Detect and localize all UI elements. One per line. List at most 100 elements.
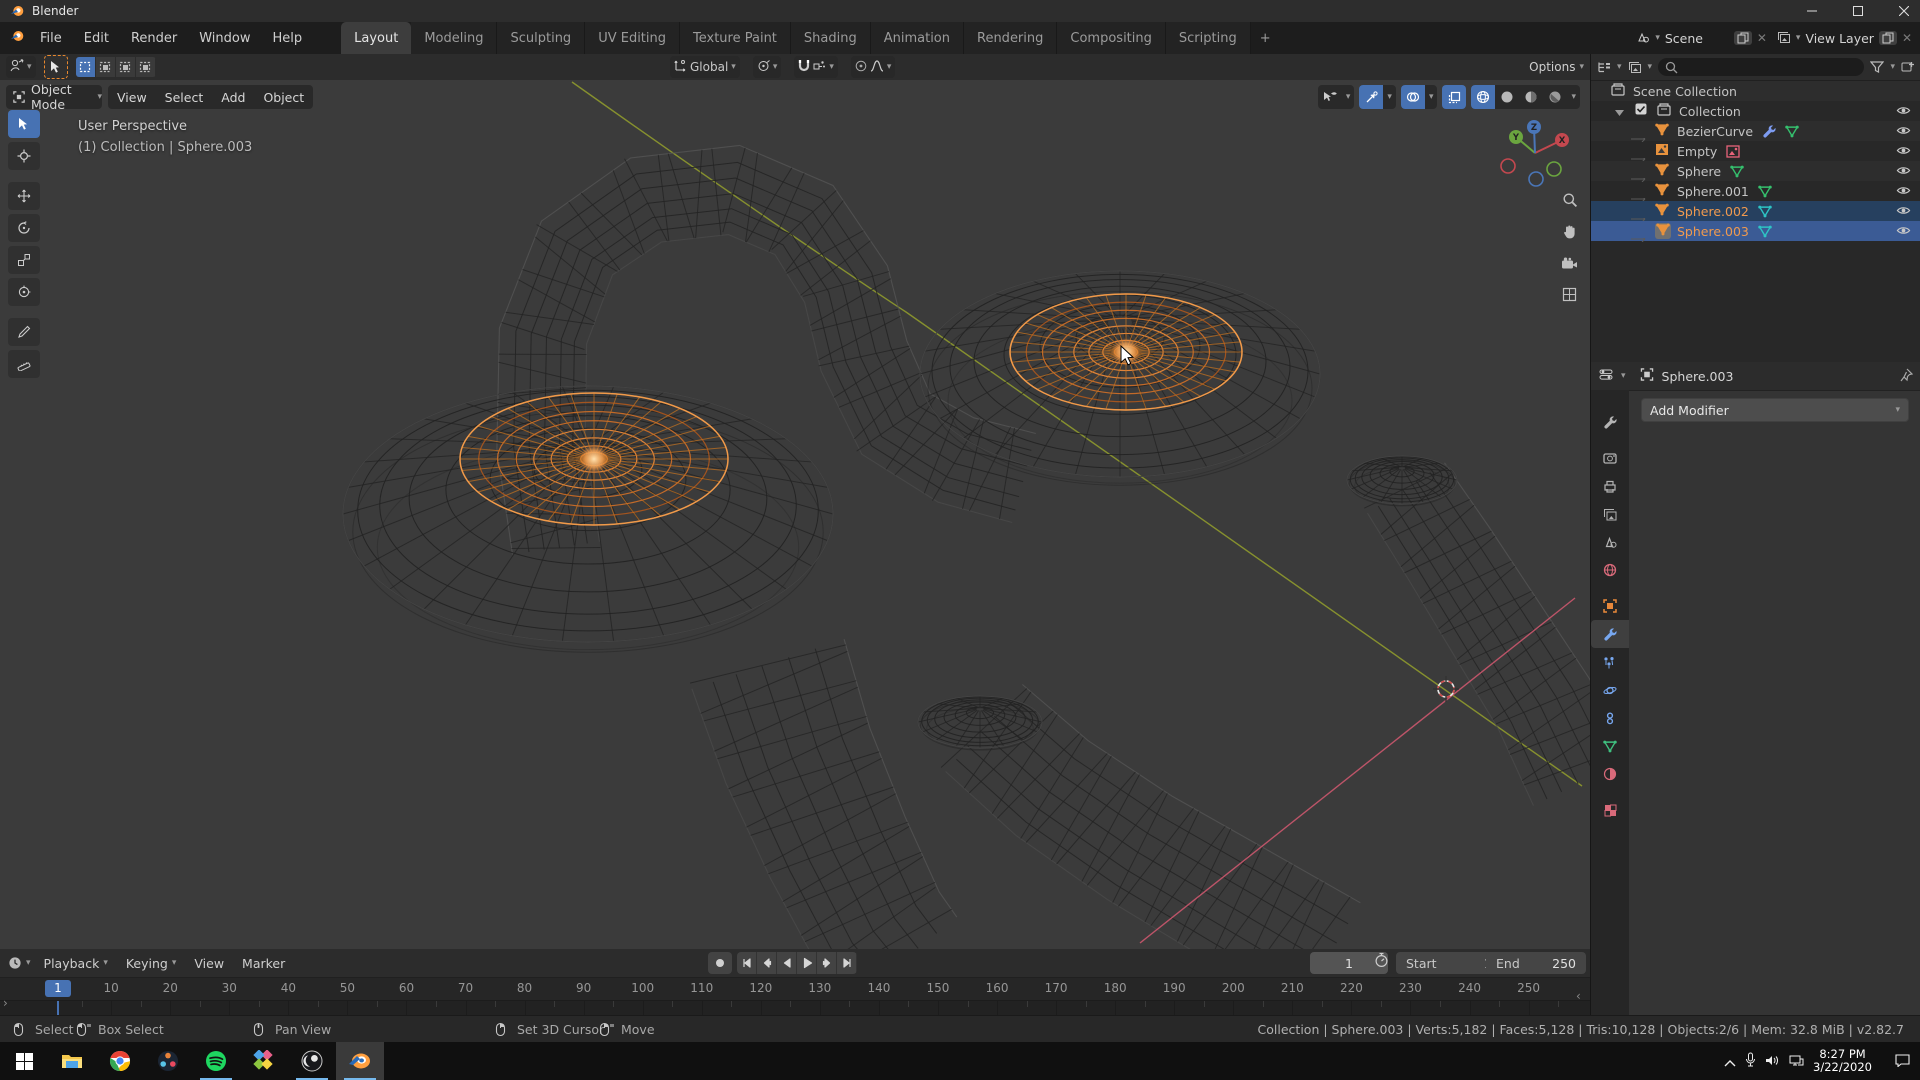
select-mode-circle[interactable] (116, 57, 136, 77)
xray-toggle-icon[interactable] (1442, 85, 1466, 109)
outliner-row-scene-collection[interactable]: Scene Collection (1591, 81, 1920, 101)
dropdown-caret[interactable]: ▾ (1567, 92, 1580, 102)
outliner-row-empty[interactable]: Empty (1591, 141, 1920, 161)
taskbar-davinci-resolve[interactable] (144, 1042, 192, 1080)
tool-annotate[interactable] (8, 318, 40, 346)
timeline-collapse-icon[interactable]: ‹ (1576, 989, 1581, 1003)
editor-type-selector[interactable]: ▾ (6, 56, 36, 78)
auto-key-button[interactable] (708, 952, 732, 974)
outliner-label[interactable]: Sphere (1677, 164, 1721, 179)
workspace-tab-layout[interactable]: Layout (341, 22, 411, 54)
pan-view-hand-icon[interactable] (1562, 224, 1578, 244)
timeline-menu-marker[interactable]: Marker (233, 956, 294, 971)
tool-select-box[interactable] (8, 110, 40, 138)
tray-chevron-icon[interactable] (1724, 1052, 1736, 1071)
transform-orientation-dropdown[interactable]: Global ▾ (670, 56, 740, 78)
add-modifier-dropdown[interactable]: Add Modifier▾ (1641, 398, 1909, 422)
properties-tab-world[interactable] (1591, 556, 1629, 584)
navigation-gizmo[interactable]: XYZ (1497, 113, 1575, 191)
outliner-label[interactable]: Sphere.002 (1677, 204, 1749, 219)
eye-icon[interactable] (1896, 203, 1911, 221)
properties-tab-constraints[interactable] (1591, 704, 1629, 732)
tool-rotate[interactable] (8, 214, 40, 242)
properties-tab-output[interactable] (1591, 472, 1629, 500)
overlays-toggle-icon[interactable] (1401, 85, 1425, 109)
outliner-row-beziercurve[interactable]: BezierCurve (1591, 121, 1920, 141)
menu-edit[interactable]: Edit (73, 22, 120, 54)
zoom-view-icon[interactable] (1562, 192, 1578, 212)
outliner-row-sphere[interactable]: Sphere (1591, 161, 1920, 181)
properties-tab-data[interactable] (1591, 732, 1629, 760)
tool-transform[interactable] (8, 278, 40, 306)
mesh-data-icon[interactable] (1758, 185, 1772, 198)
properties-tab-scene[interactable] (1591, 528, 1629, 556)
menu-window[interactable]: Window (188, 22, 261, 54)
timeline-menu-view[interactable]: View (185, 956, 233, 971)
gizmos-toggle-icon[interactable] (1359, 85, 1383, 109)
properties-tab-view-layer[interactable] (1591, 500, 1629, 528)
minimize-button[interactable] (1789, 0, 1835, 22)
playhead[interactable] (57, 1001, 59, 1016)
timeline-strip[interactable] (0, 1000, 1590, 1016)
timeline-ruler[interactable]: 1 10203040506070809010011012013014015016… (0, 978, 1590, 1000)
taskbar-blender[interactable] (336, 1042, 384, 1080)
mode-selector[interactable]: Object Mode ▾ (6, 85, 102, 109)
eye-icon[interactable] (1896, 223, 1911, 241)
mesh-data-icon[interactable] (1730, 165, 1744, 178)
workspace-tab-animation[interactable]: Animation (871, 22, 964, 54)
viewport-menu-select[interactable]: Select (156, 90, 213, 105)
new-view-layer-button[interactable] (1879, 31, 1897, 45)
workspace-tab-texture-paint[interactable]: Texture Paint (680, 22, 791, 54)
prev-frame-button[interactable] (777, 952, 797, 974)
disclosure-triangle-icon[interactable] (1615, 105, 1624, 120)
pivot-point-dropdown[interactable]: ▾ (753, 56, 782, 78)
network-icon[interactable] (1789, 1052, 1804, 1071)
pin-icon[interactable] (1900, 368, 1913, 385)
workspace-tab-scripting[interactable]: Scripting (1166, 22, 1251, 54)
curve-data-icon[interactable] (1785, 125, 1799, 138)
workspace-tab-modeling[interactable]: Modeling (411, 22, 497, 54)
select-mode-tweak[interactable] (76, 57, 96, 77)
unlink-scene-icon[interactable]: ✕ (1757, 31, 1767, 45)
workspace-tab-rendering[interactable]: Rendering (964, 22, 1057, 54)
dropdown-caret[interactable]: ▾ (1425, 92, 1438, 102)
close-button[interactable] (1881, 0, 1920, 22)
shading-rendered-icon[interactable] (1543, 85, 1567, 109)
eye-icon[interactable] (1896, 123, 1911, 141)
outliner-display-mode-icon[interactable] (1597, 58, 1611, 77)
viewport-menu-view[interactable]: View (108, 90, 156, 105)
tool-cursor[interactable] (8, 142, 40, 170)
outliner-label[interactable]: Sphere.003 (1677, 224, 1749, 239)
stopwatch-icon[interactable] (1374, 952, 1389, 971)
outliner-row-sphere-003[interactable]: Sphere.003 (1591, 221, 1920, 241)
eye-icon[interactable] (1896, 163, 1911, 181)
new-scene-button[interactable] (1734, 31, 1752, 45)
outliner-row-collection[interactable]: Collection (1591, 101, 1920, 121)
snap-controls[interactable]: ▾ (794, 56, 838, 78)
outliner-filter-display-icon[interactable] (1628, 58, 1642, 77)
view-layer-selector[interactable]: ▾ View Layer ✕ (1777, 31, 1912, 46)
view-layer-name[interactable]: View Layer (1805, 31, 1874, 46)
jump-to-start-button[interactable] (737, 952, 757, 974)
timeline-menu-keying[interactable]: Keying▾ (117, 956, 186, 971)
taskbar-spotify[interactable] (192, 1042, 240, 1080)
properties-editor-icon[interactable] (1599, 368, 1613, 384)
properties-tab-object[interactable] (1591, 592, 1629, 620)
image-data-icon[interactable] (1726, 145, 1740, 158)
modifier-icon[interactable] (1762, 124, 1776, 138)
menu-help[interactable]: Help (262, 22, 314, 54)
timeline-expand-icon[interactable]: › (3, 996, 8, 1010)
scene-selector[interactable]: ▾ Scene ✕ (1636, 31, 1767, 46)
properties-tab-tool[interactable] (1591, 408, 1629, 436)
blender-menu-icon[interactable] (10, 29, 25, 48)
microphone-icon[interactable] (1745, 1052, 1756, 1071)
workspace-tab-sculpting[interactable]: Sculpting (497, 22, 585, 54)
shading-material-icon[interactable] (1519, 85, 1543, 109)
dropdown-caret[interactable]: ▾ (1383, 92, 1396, 102)
play-button[interactable] (797, 952, 817, 974)
jump-to-end-button[interactable] (837, 952, 857, 974)
eye-icon[interactable] (1896, 103, 1911, 121)
taskbar-paint-app[interactable] (240, 1042, 288, 1080)
outliner-search-input[interactable] (1658, 58, 1864, 76)
dropdown-caret[interactable]: ▾ (1342, 92, 1355, 102)
